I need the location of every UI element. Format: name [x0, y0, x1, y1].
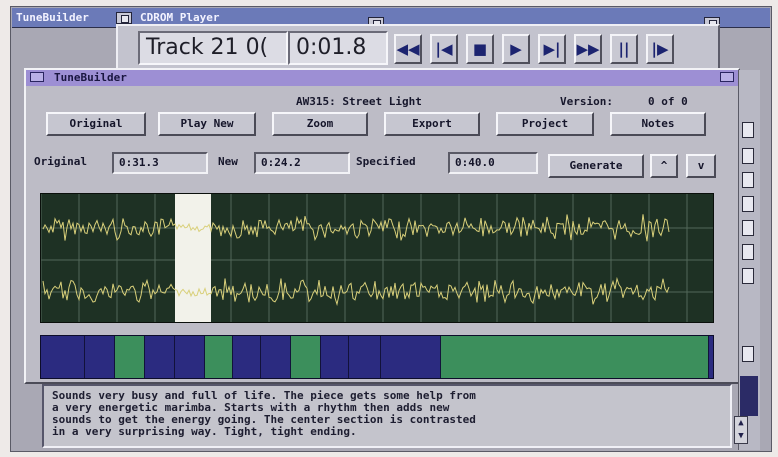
scroll-indicator[interactable] [740, 376, 758, 416]
notes-panel[interactable]: Sounds very busy and full of life. The p… [42, 384, 732, 448]
scroll-box-2[interactable] [742, 172, 754, 188]
segment-11[interactable] [349, 336, 381, 378]
track-display: Track 21 0( [138, 31, 288, 65]
original-length-label: Original [34, 155, 87, 168]
original-button[interactable]: Original [46, 112, 146, 136]
generate-button[interactable]: Generate [548, 154, 644, 178]
pause-button[interactable]: || [610, 34, 638, 64]
tunebuilder-title: TuneBuilder [54, 71, 127, 84]
depth-icon[interactable] [720, 72, 734, 82]
close-icon[interactable] [30, 72, 44, 82]
segment-3[interactable] [115, 336, 145, 378]
scroll-box-5[interactable] [742, 244, 754, 260]
version-value: 0 of 0 [648, 95, 688, 108]
scroll-box-4[interactable] [742, 220, 754, 236]
selection-region [175, 194, 211, 322]
segment-13[interactable] [441, 336, 709, 378]
track-index: 0( [245, 35, 269, 60]
zoom-button[interactable]: Zoom [272, 112, 368, 136]
fast-forward-button[interactable]: ▶▶ [574, 34, 602, 64]
new-length-label: New [218, 155, 238, 168]
segment-6[interactable] [205, 336, 233, 378]
track-number: Track 21 [146, 35, 239, 60]
segment-4[interactable] [145, 336, 175, 378]
scroll-box-3[interactable] [742, 196, 754, 212]
segment-5[interactable] [175, 336, 205, 378]
specified-length-label: Specified [356, 155, 416, 168]
scroll-box-1[interactable] [742, 148, 754, 164]
rewind-button[interactable]: ◀◀ [394, 34, 422, 64]
play-button[interactable]: ▶ [502, 34, 530, 64]
new-length-field[interactable]: 0:24.2 [254, 152, 350, 174]
tunebuilder-titlebar[interactable]: TuneBuilder [26, 70, 738, 86]
notes-button[interactable]: Notes [610, 112, 706, 136]
scroll-box-6[interactable] [742, 268, 754, 284]
export-button[interactable]: Export [384, 112, 480, 136]
notes-line-4: in a very surprising way. Tight, tight e… [52, 425, 357, 438]
step-forward-button[interactable]: |▶ [646, 34, 674, 64]
segment-8[interactable] [261, 336, 291, 378]
scroll-handle[interactable] [742, 122, 754, 138]
segment-12[interactable] [381, 336, 441, 378]
segment-9[interactable] [291, 336, 321, 378]
stop-button[interactable]: ■ [466, 34, 494, 64]
scroll-box-7[interactable] [742, 346, 754, 362]
segment-7[interactable] [233, 336, 261, 378]
time-display: 0:01.8 [288, 31, 388, 65]
segment-bar[interactable] [40, 335, 714, 379]
play-new-button[interactable]: Play New [158, 112, 256, 136]
track-name: AW315: Street Light [296, 95, 422, 108]
background-window-title: TuneBuilder [16, 11, 89, 24]
notes-scroll-arrows-icon[interactable]: ▲ ▼ [734, 416, 748, 444]
original-length-field[interactable]: 0:31.3 [112, 152, 208, 174]
version-down-button[interactable]: v [686, 154, 716, 178]
segment-1[interactable] [41, 336, 85, 378]
next-track-button[interactable]: ▶| [538, 34, 566, 64]
segment-2[interactable] [85, 336, 115, 378]
close-gadget-icon[interactable] [116, 12, 132, 24]
project-button[interactable]: Project [496, 112, 594, 136]
waveform-display[interactable] [40, 193, 714, 323]
segment-10[interactable] [321, 336, 349, 378]
version-up-button[interactable]: ^ [650, 154, 678, 178]
version-label: Version: [560, 95, 613, 108]
previous-track-button[interactable]: |◀ [430, 34, 458, 64]
right-channel-trace [42, 276, 670, 307]
specified-length-field[interactable]: 0:40.0 [448, 152, 538, 174]
waveform-graph [41, 194, 713, 322]
